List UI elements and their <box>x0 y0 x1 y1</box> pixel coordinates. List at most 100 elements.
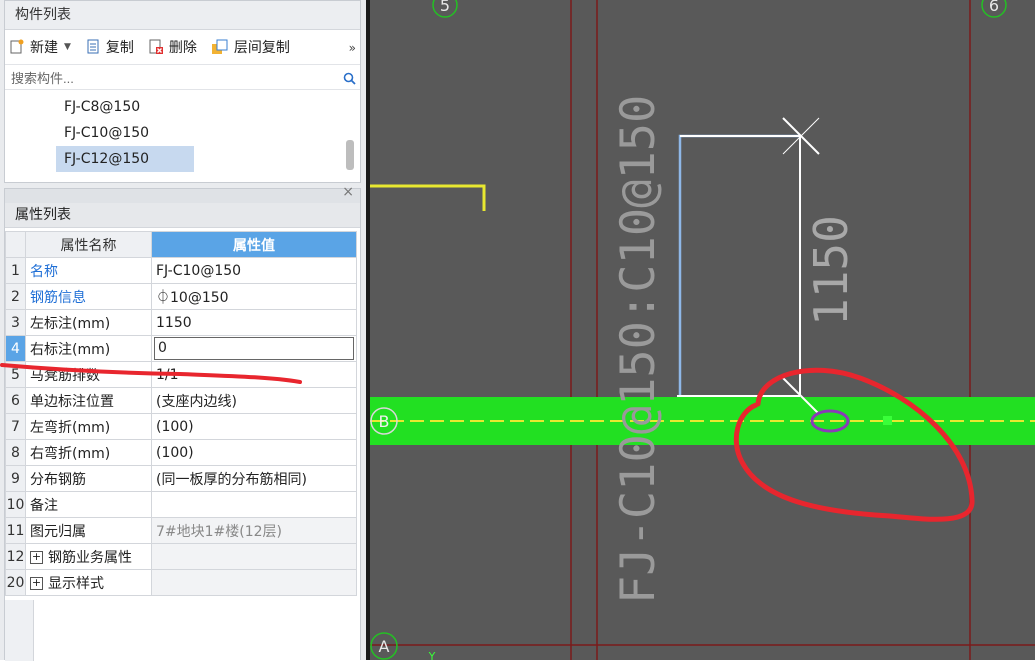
table-row[interactable]: 6 单边标注位置 (支座内边线) <box>5 387 357 414</box>
property-name: 名称 <box>25 257 152 284</box>
property-list-panel: × 属性列表 属性名称 属性值 1 名称 FJ-C10@150 2 钢筋信息 ⏀… <box>4 184 361 661</box>
dimension-text: 1150 <box>804 215 858 326</box>
property-value <box>151 543 357 570</box>
list-item[interactable]: FJ-C8@150 <box>56 94 148 120</box>
property-value-editor[interactable]: 0 <box>154 337 354 360</box>
table-row[interactable]: 8 右弯折(mm) (100) <box>5 439 357 466</box>
floor-copy-button[interactable]: 层间复制 <box>211 37 290 57</box>
expand-icon[interactable]: + <box>30 577 43 590</box>
search-input[interactable] <box>9 69 313 87</box>
floor-copy-icon <box>211 39 228 54</box>
scrollbar-thumb[interactable] <box>346 140 354 170</box>
property-name: 分布钢筋 <box>25 465 152 492</box>
copy-label: 复制 <box>105 40 134 56</box>
new-button[interactable]: 新建 ▼ <box>9 37 71 57</box>
more-tools-icon[interactable]: » <box>349 41 356 55</box>
table-header: 属性名称 属性值 <box>5 231 357 258</box>
property-name: 图元归属 <box>25 517 152 544</box>
table-row-group[interactable]: 12 + 钢筋业务属性 <box>5 543 357 570</box>
property-name: 左弯折(mm) <box>25 413 152 440</box>
yellow-outline <box>370 184 486 211</box>
left-panel: 构件列表 新建 ▼ 复制 删除 层间复制 » 搜索构件... FJ-C8@150… <box>0 0 366 661</box>
red-underline-annotation <box>0 363 302 384</box>
row-number: 4 <box>5 335 26 362</box>
row-number: 9 <box>5 465 26 492</box>
table-row-active[interactable]: 4 右标注(mm) 0 <box>5 335 357 362</box>
floor-copy-label: 层间复制 <box>233 40 290 56</box>
property-value[interactable]: ⏀10@150 <box>151 283 357 310</box>
property-group[interactable]: + 显示样式 <box>25 569 152 596</box>
dropdown-arrow-icon[interactable]: ▼ <box>64 42 71 52</box>
table-row[interactable]: 3 左标注(mm) 1150 <box>5 309 357 336</box>
property-value[interactable] <box>151 491 357 518</box>
property-name: 备注 <box>25 491 152 518</box>
close-icon[interactable]: × <box>342 184 354 200</box>
y-axis-indicator: Y <box>428 650 436 660</box>
row-number: 6 <box>5 387 26 414</box>
list-item[interactable]: FJ-C10@150 <box>56 120 157 146</box>
property-value[interactable]: 1150 <box>151 309 357 336</box>
component-toolbar: 新建 ▼ 复制 删除 层间复制 <box>5 30 360 65</box>
table-row[interactable]: 7 左弯折(mm) (100) <box>5 413 357 440</box>
row-number: 11 <box>5 517 26 544</box>
property-group[interactable]: + 钢筋业务属性 <box>25 543 152 570</box>
axis-label: A <box>379 637 390 656</box>
row-number: 2 <box>5 283 26 310</box>
axis-label: 5 <box>440 0 450 15</box>
property-list-title: 属性列表 <box>5 203 360 228</box>
list-item-selected[interactable]: FJ-C12@150 <box>56 146 194 172</box>
row-number: 1 <box>5 257 26 284</box>
property-name: 钢筋业务属性 <box>48 549 132 566</box>
column-header-name: 属性名称 <box>25 231 152 258</box>
expand-icon[interactable]: + <box>30 551 43 564</box>
copy-button[interactable]: 复制 <box>85 37 134 57</box>
property-value-cell[interactable]: 0 <box>151 335 357 362</box>
table-row[interactable]: 11 图元归属 7#地块1#楼(12层) <box>5 517 357 544</box>
property-name: 显示样式 <box>48 575 104 592</box>
row-number-gutter <box>5 600 34 661</box>
table-row-group[interactable]: 20 + 显示样式 <box>5 569 357 596</box>
column-header-value: 属性值 <box>151 231 357 258</box>
delete-button[interactable]: 删除 <box>148 37 197 57</box>
table-row[interactable]: 9 分布钢筋 (同一板厚的分布筋相同) <box>5 465 357 492</box>
property-name: 右弯折(mm) <box>25 439 152 466</box>
component-list-panel: 构件列表 新建 ▼ 复制 删除 层间复制 » 搜索构件... FJ-C8@150… <box>4 0 361 183</box>
new-label: 新建 <box>30 40 58 56</box>
property-value[interactable]: (同一板厚的分布筋相同) <box>151 465 357 492</box>
table-row[interactable]: 1 名称 FJ-C10@150 <box>5 257 357 284</box>
drawing-canvas[interactable]: FJ-C10@150:C10@150 1150 5 6 B A Y <box>370 0 1035 660</box>
rebar-hook <box>678 134 800 396</box>
property-name: 钢筋信息 <box>25 283 152 310</box>
property-table: 属性名称 属性值 1 名称 FJ-C10@150 2 钢筋信息 ⏀10@150 … <box>5 231 357 596</box>
cad-drawing: FJ-C10@150:C10@150 1150 5 6 B A Y <box>370 0 1035 660</box>
component-search <box>5 67 360 90</box>
grip-point[interactable] <box>883 416 892 425</box>
table-row[interactable]: 2 钢筋信息 ⏀10@150 <box>5 283 357 310</box>
delete-label: 删除 <box>168 40 197 56</box>
row-number: 7 <box>5 413 26 440</box>
row-number-header <box>5 231 26 258</box>
component-list-title: 构件列表 <box>5 1 360 30</box>
row-number: 10 <box>5 491 26 518</box>
search-icon[interactable] <box>343 72 356 85</box>
axis-label: B <box>379 412 390 431</box>
property-name: 单边标注位置 <box>25 387 152 414</box>
property-value <box>151 569 357 596</box>
property-value: 7#地块1#楼(12层) <box>151 517 357 544</box>
new-icon <box>10 39 24 54</box>
property-name: 左标注(mm) <box>25 309 152 336</box>
row-number: 12 <box>5 543 26 570</box>
property-value[interactable]: (100) <box>151 413 357 440</box>
property-value[interactable]: (100) <box>151 439 357 466</box>
copy-icon <box>87 39 99 54</box>
axis-label: 6 <box>989 0 999 15</box>
delete-icon <box>149 39 163 54</box>
property-value[interactable]: FJ-C10@150 <box>151 257 357 284</box>
rebar-label: FJ-C10@150:C10@150 <box>611 95 666 604</box>
property-panel-header: × <box>5 184 360 203</box>
property-name: 右标注(mm) <box>25 335 152 362</box>
row-number: 8 <box>5 439 26 466</box>
property-value[interactable]: (支座内边线) <box>151 387 357 414</box>
component-tree: FJ-C8@150 FJ-C10@150 FJ-C12@150 <box>5 92 360 178</box>
table-row[interactable]: 10 备注 <box>5 491 357 518</box>
